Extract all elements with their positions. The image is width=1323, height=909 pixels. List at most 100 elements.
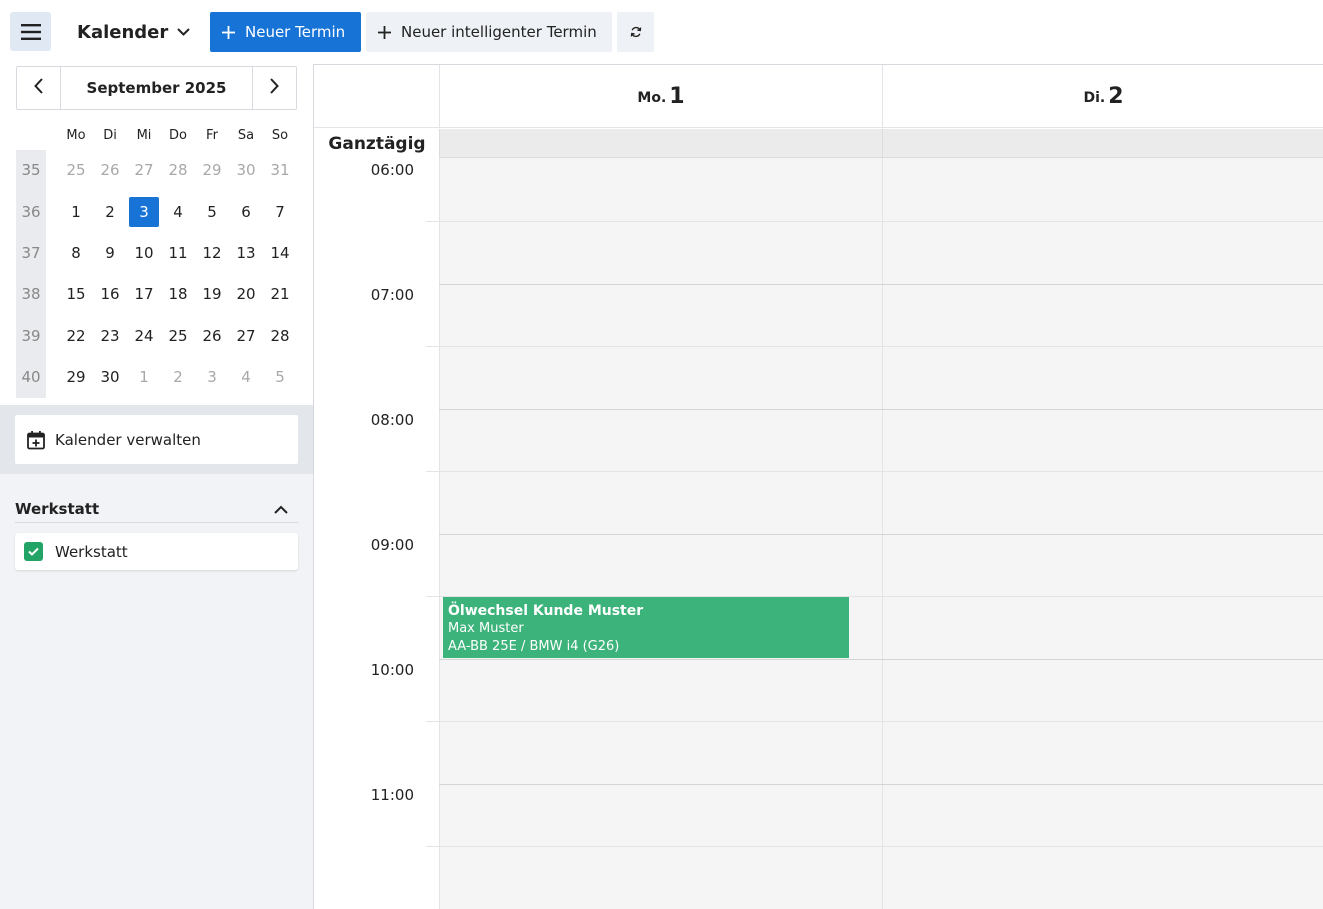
previous-month-button[interactable]: [17, 67, 61, 109]
calendar-item-label: Werkstatt: [55, 542, 128, 561]
time-label: 06:00: [370, 161, 414, 179]
day-cell[interactable]: 8: [61, 238, 91, 268]
day-header-tuesday[interactable]: Di. 2: [882, 65, 1323, 128]
chevron-up-icon[interactable]: [274, 505, 288, 514]
hour-gridline: [439, 784, 1323, 785]
day-cell[interactable]: 27: [231, 321, 261, 351]
day-cell[interactable]: 10: [129, 238, 159, 268]
day-cell[interactable]: 30: [95, 362, 125, 392]
manage-calendars-button[interactable]: Kalender verwalten: [15, 415, 298, 464]
hour-gridline: [439, 284, 1323, 285]
day-cell[interactable]: 27: [129, 155, 159, 185]
hour-gridline: [439, 659, 1323, 660]
day-cell[interactable]: 17: [129, 279, 159, 309]
day-cell[interactable]: 28: [163, 155, 193, 185]
top-toolbar: Kalender Neuer Termin Neuer intelligente…: [0, 0, 1323, 64]
day-cell[interactable]: 1: [61, 197, 91, 227]
calendar-selector[interactable]: Kalender: [77, 19, 190, 45]
half-hour-gridline: [426, 846, 1323, 847]
next-month-button[interactable]: [252, 67, 296, 109]
day-cell[interactable]: 12: [197, 238, 227, 268]
checkbox-checked[interactable]: [24, 542, 43, 561]
weekday-header: Mo: [66, 128, 86, 143]
day-cell[interactable]: 28: [265, 321, 295, 351]
day-cell[interactable]: 25: [163, 321, 193, 351]
all-day-cell[interactable]: [439, 129, 882, 158]
day-cell[interactable]: 26: [95, 155, 125, 185]
day-cell[interactable]: 14: [265, 238, 295, 268]
day-cell[interactable]: 21: [265, 279, 295, 309]
weekday-header: Fr: [206, 128, 218, 143]
mini-calendar-nav: September 2025: [16, 66, 297, 110]
hamburger-icon: [20, 23, 41, 40]
week-number: 38: [21, 285, 41, 303]
refresh-button[interactable]: [617, 12, 654, 52]
day-cell[interactable]: 4: [231, 362, 261, 392]
event-title: Ölwechsel Kunde Muster: [448, 603, 644, 619]
calendar-item-werkstatt[interactable]: Werkstatt: [15, 533, 298, 570]
day-cell[interactable]: 13: [231, 238, 261, 268]
hour-gridline: [439, 534, 1323, 535]
day-cell[interactable]: 15: [61, 279, 91, 309]
day-cell[interactable]: 16: [95, 279, 125, 309]
new-appointment-button[interactable]: Neuer Termin: [210, 12, 361, 52]
time-label: 11:00: [370, 786, 414, 804]
event-oil-change[interactable]: Ölwechsel Kunde Muster Max Muster AA-BB …: [443, 597, 849, 658]
day-cell[interactable]: 6: [231, 197, 261, 227]
day-cell[interactable]: 4: [163, 197, 193, 227]
day-cell[interactable]: 25: [61, 155, 91, 185]
day-cell[interactable]: 22: [61, 321, 91, 351]
calendar-title: Kalender: [77, 21, 169, 43]
week-number: 39: [21, 327, 41, 345]
day-cell[interactable]: 24: [129, 321, 159, 351]
day-cell[interactable]: 31: [265, 155, 295, 185]
chevron-down-icon: [177, 28, 190, 36]
day-name: Mo.: [637, 90, 667, 106]
all-day-cell[interactable]: [882, 129, 1323, 158]
day-cell[interactable]: 18: [163, 279, 193, 309]
day-cell[interactable]: 26: [197, 321, 227, 351]
time-label: 09:00: [370, 536, 414, 554]
day-cell[interactable]: 9: [95, 238, 125, 268]
half-hour-gridline: [426, 346, 1323, 347]
manage-calendars-section: Kalender verwalten: [0, 405, 313, 474]
day-header-monday[interactable]: Mo. 1: [439, 65, 882, 128]
time-label: 10:00: [370, 661, 414, 679]
week-number: 40: [21, 368, 41, 386]
mini-calendar: September 2025 Mo Di Mi Do Fr Sa So 35 2…: [0, 64, 313, 405]
day-cell[interactable]: 2: [95, 197, 125, 227]
chevron-right-icon: [270, 78, 279, 98]
weekday-header: Do: [169, 128, 187, 143]
sidebar: September 2025 Mo Di Mi Do Fr Sa So 35 2…: [0, 64, 313, 909]
weekday-header: Mi: [136, 128, 152, 143]
time-label: 07:00: [370, 286, 414, 304]
day-cell[interactable]: 3: [197, 362, 227, 392]
day-cell[interactable]: 30: [231, 155, 261, 185]
menu-button[interactable]: [10, 12, 51, 51]
new-smart-appointment-button[interactable]: Neuer intelligenter Termin: [366, 12, 612, 52]
refresh-icon: [630, 23, 642, 42]
calendar-group-header[interactable]: Werkstatt: [15, 496, 298, 523]
new-appointment-label: Neuer Termin: [245, 23, 346, 41]
plus-icon: [222, 25, 235, 39]
day-cell[interactable]: 20: [231, 279, 261, 309]
day-cell[interactable]: 23: [95, 321, 125, 351]
time-label: 08:00: [370, 411, 414, 429]
day-cell[interactable]: 5: [197, 197, 227, 227]
weekday-header: Di: [103, 128, 117, 143]
calendar-add-icon: [26, 430, 46, 450]
day-cell[interactable]: 29: [197, 155, 227, 185]
day-date: 1: [669, 83, 685, 109]
day-date: 2: [1108, 83, 1124, 109]
day-cell[interactable]: 11: [163, 238, 193, 268]
day-cell[interactable]: 29: [61, 362, 91, 392]
mini-calendar-month[interactable]: September 2025: [61, 67, 252, 109]
day-cell[interactable]: 7: [265, 197, 295, 227]
day-cell[interactable]: 5: [265, 362, 295, 392]
week-number: 36: [21, 203, 41, 221]
calendar-group-title: Werkstatt: [15, 500, 100, 518]
day-cell-selected[interactable]: 3: [129, 197, 159, 227]
day-cell[interactable]: 2: [163, 362, 193, 392]
day-cell[interactable]: 1: [129, 362, 159, 392]
day-cell[interactable]: 19: [197, 279, 227, 309]
